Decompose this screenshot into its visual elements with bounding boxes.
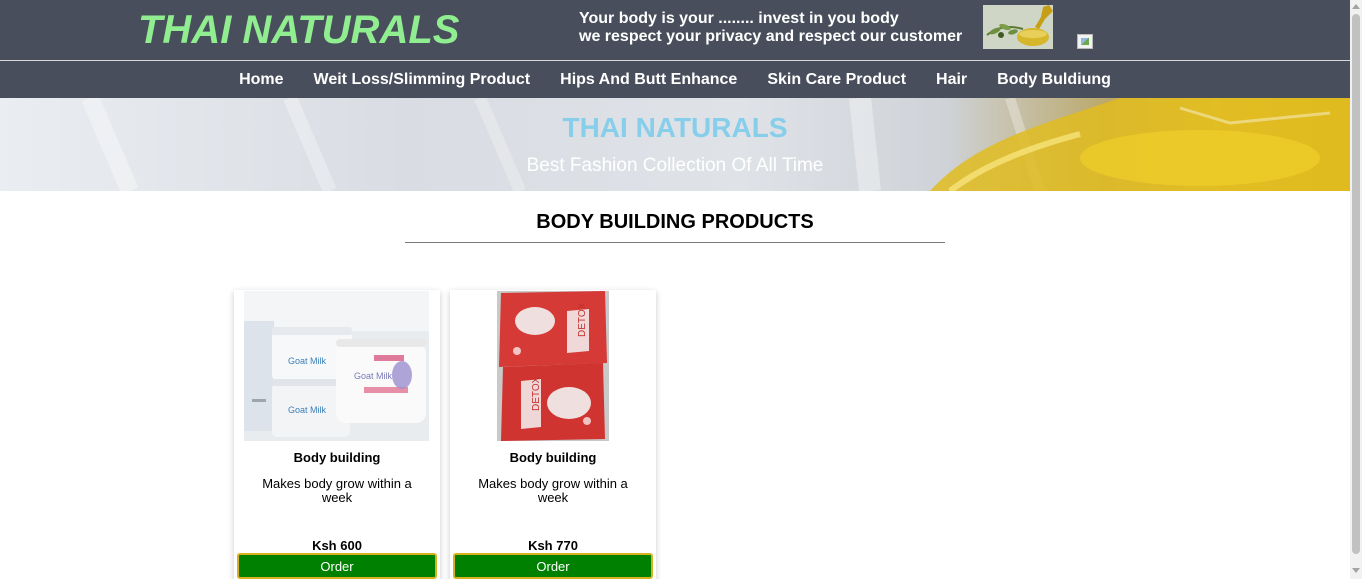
scrollbar-thumb[interactable]	[1352, 14, 1360, 554]
svg-text:Goat Milk: Goat Milk	[354, 371, 393, 381]
broken-image-icon	[1077, 34, 1093, 49]
product-image[interactable]: DETOX DETOX	[497, 291, 609, 441]
product-price: Ksh 600	[312, 538, 362, 553]
scroll-up-arrow-icon[interactable]	[1352, 4, 1360, 9]
detox-label: DETOX	[531, 376, 542, 411]
nav-item-hair[interactable]: Hair	[936, 71, 967, 89]
product-description: Makes body grow within a week	[262, 476, 412, 505]
header-tagline: Your body is your ........ invest in you…	[579, 10, 962, 46]
section-title: BODY BUILDING PRODUCTS	[536, 211, 814, 233]
product-card: Goat Milk Goat Milk Goat Milk Body build…	[234, 290, 440, 579]
tagline-line-2: we respect your privacy and respect our …	[579, 28, 963, 45]
product-name: Body building	[509, 450, 597, 465]
page-scrollbar[interactable]	[1350, 0, 1362, 579]
hero-banner: THAI NATURALS Best Fashion Collection Of…	[0, 98, 1350, 191]
nav-item-home[interactable]: Home	[239, 71, 283, 89]
nav-list: Home Weit Loss/Slimming Product Hips And…	[0, 61, 1350, 98]
order-button[interactable]: Order	[237, 553, 437, 579]
product-description: Makes body grow within a week	[478, 476, 628, 505]
section-divider	[405, 242, 945, 243]
hero-title: THAI NATURALS	[562, 112, 788, 143]
svg-text:Goat Milk: Goat Milk	[288, 405, 327, 415]
scroll-down-arrow-icon[interactable]	[1352, 568, 1360, 573]
product-card: DETOX DETOX Body building Makes body gro…	[450, 290, 656, 579]
main-nav: Home Weit Loss/Slimming Product Hips And…	[0, 60, 1350, 98]
tagline-line-1: Your body is your ........ invest in you…	[579, 10, 899, 27]
jar-label-goat-milk: Goat Milk	[288, 356, 327, 366]
nav-item-skin-care[interactable]: Skin Care Product	[767, 71, 906, 89]
page: THAI NATURALS Your body is your ........…	[0, 0, 1362, 579]
olive-oil-image	[983, 5, 1053, 49]
product-image[interactable]: Goat Milk Goat Milk Goat Milk	[244, 291, 429, 441]
product-price: Ksh 770	[528, 538, 578, 553]
nav-item-body-building[interactable]: Body Buldiung	[997, 71, 1111, 89]
nav-item-weight-loss[interactable]: Weit Loss/Slimming Product	[314, 71, 531, 89]
order-button[interactable]: Order	[453, 553, 653, 579]
hero-subtitle: Best Fashion Collection Of All Time	[526, 155, 824, 176]
svg-text:DETOX: DETOX	[577, 302, 588, 337]
header-bar: THAI NATURALS Your body is your ........…	[0, 0, 1350, 60]
nav-item-hips-butt[interactable]: Hips And Butt Enhance	[560, 71, 737, 89]
brand-logo-text[interactable]: THAI NATURALS	[138, 8, 459, 53]
product-name: Body building	[293, 450, 381, 465]
